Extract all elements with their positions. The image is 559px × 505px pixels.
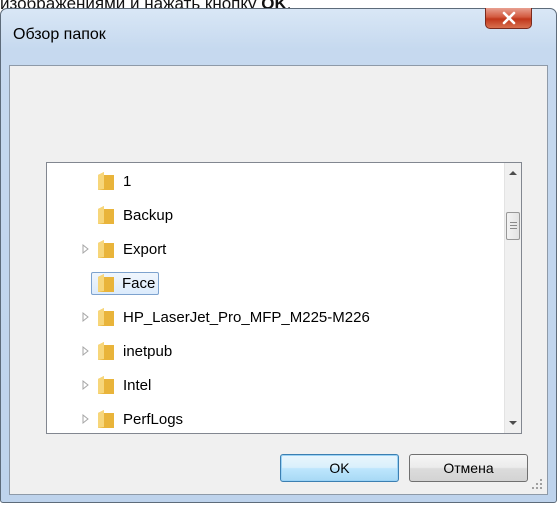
folder-tree[interactable]: 1 Backup Export Face HP_LaserJet_Pro_MFP… xyxy=(46,162,522,434)
folder-icon xyxy=(98,206,114,224)
tree-item-label: Backup xyxy=(123,206,174,224)
tree-item-backup[interactable]: Backup xyxy=(97,201,173,229)
browse-folder-dialog: Обзор папок 1 Backup Export Face HP_Lase… xyxy=(0,8,557,503)
tree-item-label: Intel xyxy=(123,376,152,394)
tree-item-inetpub[interactable]: inetpub xyxy=(79,337,172,365)
tree-item-label: PerfLogs xyxy=(123,410,184,428)
folder-icon xyxy=(98,342,114,360)
dialog-body: 1 Backup Export Face HP_LaserJet_Pro_MFP… xyxy=(9,65,548,495)
ok-button[interactable]: OK xyxy=(280,454,399,482)
close-button[interactable] xyxy=(485,8,532,29)
expand-arrow-icon[interactable] xyxy=(79,379,91,391)
tree-item-face[interactable]: Face xyxy=(91,269,160,297)
folder-icon xyxy=(98,410,114,428)
folder-icon xyxy=(98,376,114,394)
dialog-title: Обзор папок xyxy=(13,26,106,43)
close-icon xyxy=(502,11,516,25)
expand-arrow-icon[interactable] xyxy=(79,413,91,425)
tree-item-hp-laserjet[interactable]: HP_LaserJet_Pro_MFP_M225-M226 xyxy=(79,303,370,331)
expand-arrow-icon[interactable] xyxy=(79,243,91,255)
tree-item-label: HP_LaserJet_Pro_MFP_M225-M226 xyxy=(123,308,370,326)
tree-item-export[interactable]: Export xyxy=(79,235,166,263)
resize-grip-icon[interactable] xyxy=(531,478,543,490)
expand-arrow-icon[interactable] xyxy=(79,345,91,357)
tree-item-label: Export xyxy=(123,240,167,258)
tree-item-label: inetpub xyxy=(123,342,173,360)
tree-item-intel[interactable]: Intel xyxy=(79,371,151,399)
tree-item-label: 1 xyxy=(123,172,132,190)
scroll-up-arrow-icon[interactable] xyxy=(505,165,521,182)
vertical-scrollbar[interactable] xyxy=(504,163,521,433)
tree-item-1[interactable]: 1 xyxy=(97,167,131,195)
folder-icon xyxy=(98,172,114,190)
scrollbar-thumb[interactable] xyxy=(506,212,520,240)
folder-icon xyxy=(98,240,114,258)
expand-arrow-icon[interactable] xyxy=(79,311,91,323)
tree-item-perflogs[interactable]: PerfLogs xyxy=(79,405,183,433)
folder-icon xyxy=(98,308,114,326)
cancel-button[interactable]: Отмена xyxy=(409,454,528,482)
scroll-down-arrow-icon[interactable] xyxy=(505,414,521,431)
folder-icon xyxy=(98,274,114,292)
